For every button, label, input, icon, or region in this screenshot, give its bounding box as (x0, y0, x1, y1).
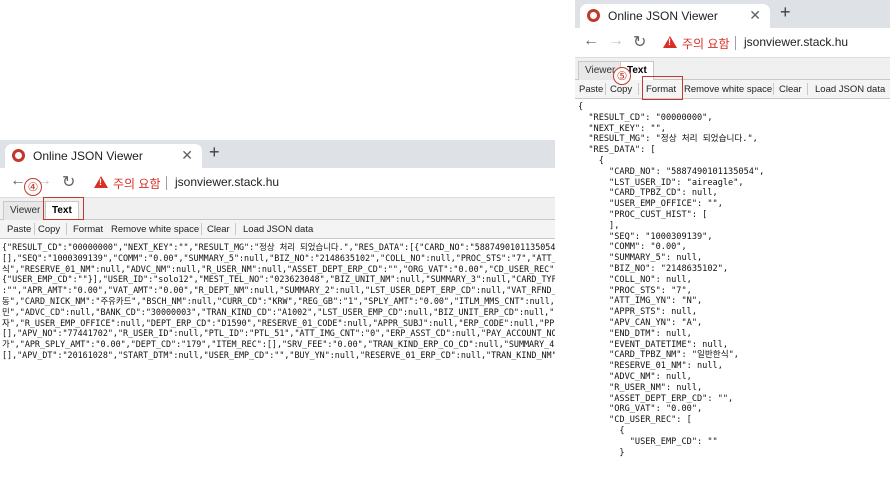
toolbar-divider (638, 83, 639, 95)
toolbar-divider (605, 83, 606, 95)
toolbar-divider (773, 83, 774, 95)
address-separator (735, 36, 736, 50)
address-separator (166, 176, 167, 190)
json-text-area[interactable]: { "RESULT_CD": "00000000", "NEXT_KEY": "… (575, 100, 890, 477)
code-line: 가","APR_SPLY_AMT":"0.00","DEPT_CD":"179"… (2, 339, 555, 350)
step-marker: ⑤ (613, 67, 631, 85)
forward-icon[interactable]: → (608, 32, 624, 50)
code-line: "PROC_CUST_HIST": [ (578, 209, 708, 220)
code-line: "COMM": "0.00", (578, 242, 687, 253)
code-line: "BIZ_NO": "2148635102", (578, 263, 729, 274)
navigation-bar: ← → ↻ 주의 요함 jsonviewer.stack.hu (575, 28, 890, 58)
remove-white-space-button[interactable]: Remove white space (111, 224, 199, 235)
load-json-data-button[interactable]: Load JSON data (815, 84, 885, 95)
code-line: "CARD_TPBZ_NM": "일반한식", (578, 350, 739, 361)
clear-button[interactable]: Clear (207, 224, 230, 235)
reload-icon[interactable]: ↻ (62, 172, 75, 192)
code-line: "END_DTM": null, (578, 328, 692, 339)
tab-viewer[interactable]: Viewer (3, 201, 48, 220)
code-line: {"RESULT_CD":"00000000","NEXT_KEY":"","R… (2, 242, 555, 252)
right-browser-window: Online JSON Viewer ✕ + ← → ↻ 주의 요함 jsonv… (575, 0, 890, 477)
paste-button[interactable]: Paste (579, 84, 603, 95)
new-tab-icon[interactable]: + (209, 142, 220, 163)
opera-favicon-icon (587, 9, 600, 22)
tab-title: Online JSON Viewer (33, 149, 143, 163)
warning-icon[interactable] (663, 36, 677, 48)
toolbar-divider (807, 83, 808, 95)
copy-button[interactable]: Copy (610, 84, 632, 95)
code-line: {"USER_EMP_CD":""}],"USER_ID":"solo12","… (2, 274, 555, 285)
code-line: 자","R_USER_EMP_OFFICE":null,"DEPT_ERP_CD… (2, 317, 555, 328)
code-line: "RESERVE_01_NM": null, (578, 361, 723, 372)
code-line: "LST_USER_ID": "aireagle", (578, 177, 744, 188)
code-line: "ASSET_DEPT_ERP_CD": "", (578, 393, 734, 404)
code-line: "USER_EMP_OFFICE": "", (578, 199, 723, 210)
navigation-bar: ← → ↻ 주의 요함 jsonviewer.stack.hu (0, 168, 555, 198)
code-line: [],"APV_DT":"20161028","START_DTM":null,… (2, 349, 555, 360)
toolbar-divider (66, 223, 67, 235)
code-line: "CARD_NO": "5887490101135054", (578, 166, 765, 177)
new-tab-icon[interactable]: + (780, 2, 791, 23)
code-line: } (578, 447, 625, 458)
copy-button[interactable]: Copy (38, 224, 60, 235)
highlight-box-format-button (642, 76, 683, 100)
code-line: "ADVC_NM": null, (578, 371, 692, 382)
code-line: "APPR_STS": null, (578, 307, 697, 318)
close-tab-icon[interactable]: ✕ (749, 7, 761, 24)
left-browser-window: Online JSON Viewer ✕ + ← → ↻ 주의 요함 jsonv… (0, 140, 555, 477)
remove-white-space-button[interactable]: Remove white space (684, 84, 772, 95)
code-line: { (578, 102, 584, 112)
security-warning[interactable]: 주의 요함 (682, 35, 730, 52)
code-line: "ATT_IMG_YN": "N", (578, 296, 703, 307)
json-text-area[interactable]: {"RESULT_CD":"00000000","NEXT_KEY":"","R… (0, 240, 555, 477)
browser-tab[interactable]: Online JSON Viewer ✕ (5, 144, 202, 168)
code-line: "NEXT_KEY": "", (578, 123, 666, 134)
toolbar-divider (201, 223, 202, 235)
code-line: "SEQ": "1000309139", (578, 231, 713, 242)
highlight-box-text-tab (43, 197, 84, 220)
code-line: "ORG_VAT": "0.00", (578, 404, 703, 415)
code-line: ], (578, 220, 620, 231)
code-line: "EVENT_DATETIME": null, (578, 339, 729, 350)
code-line: "CARD_TPBZ_CD": null, (578, 188, 718, 199)
code-line: "RESULT_CD": "00000000", (578, 112, 713, 123)
format-button[interactable]: Format (73, 224, 103, 235)
toolbar-divider (34, 223, 35, 235)
close-tab-icon[interactable]: ✕ (181, 147, 193, 164)
browser-tab[interactable]: Online JSON Viewer ✕ (580, 4, 770, 28)
toolbar-divider (235, 223, 236, 235)
opera-favicon-icon (12, 149, 25, 162)
code-line: "RESULT_MG": "정상 처리 되었습니다.", (578, 134, 758, 145)
code-line: 민","ADVC_CD":null,"BANK_CD":"30000003","… (2, 306, 555, 317)
tab-strip: Online JSON Viewer ✕ + (575, 0, 890, 28)
clear-button[interactable]: Clear (779, 84, 802, 95)
tab-strip: Online JSON Viewer ✕ + (0, 140, 555, 168)
warning-icon[interactable] (94, 176, 108, 188)
code-line: [],"APV_NO":"77441702","R_USER_ID":null,… (2, 328, 555, 339)
code-line: [],"SEQ":"1000309139","COMM":"0.00","SUM… (2, 252, 555, 263)
tab-title: Online JSON Viewer (608, 9, 718, 23)
code-line: "COLL_NO": null, (578, 274, 692, 285)
code-line: "APV_CAN_YN": "A", (578, 317, 703, 328)
reload-icon[interactable]: ↻ (633, 32, 646, 52)
code-line: "RES_DATA": [ (578, 145, 656, 156)
security-warning[interactable]: 주의 요함 (113, 175, 161, 192)
code-line: "R_USER_NM": null, (578, 382, 703, 393)
code-line: "SUMMARY_5": null, (578, 253, 703, 264)
code-line: "CD_USER_REC": [ (578, 415, 692, 426)
code-line: "USER_EMP_CD": "" (578, 436, 718, 447)
paste-button[interactable]: Paste (7, 224, 31, 235)
load-json-data-button[interactable]: Load JSON data (243, 224, 313, 235)
code-line: { (578, 425, 625, 436)
json-toolbar: Paste Copy Format Remove white space Cle… (0, 220, 555, 239)
code-line: 동","CARD_NICK_NM":"주유카드","BSCH_NM":null,… (2, 295, 555, 306)
code-line: 식","RESERVE_01_NM":null,"ADVC_NM":null,"… (2, 263, 555, 274)
code-line: :"","APR_AMT":"0.00","VAT_AMT":"0.00","R… (2, 285, 555, 296)
address-bar[interactable]: jsonviewer.stack.hu (744, 35, 848, 49)
address-bar[interactable]: jsonviewer.stack.hu (175, 175, 279, 189)
code-line: { (578, 155, 604, 166)
code-line: "PROC_STS": "7", (578, 285, 692, 296)
back-icon[interactable]: ← (583, 32, 599, 50)
step-marker: ④ (24, 178, 42, 196)
